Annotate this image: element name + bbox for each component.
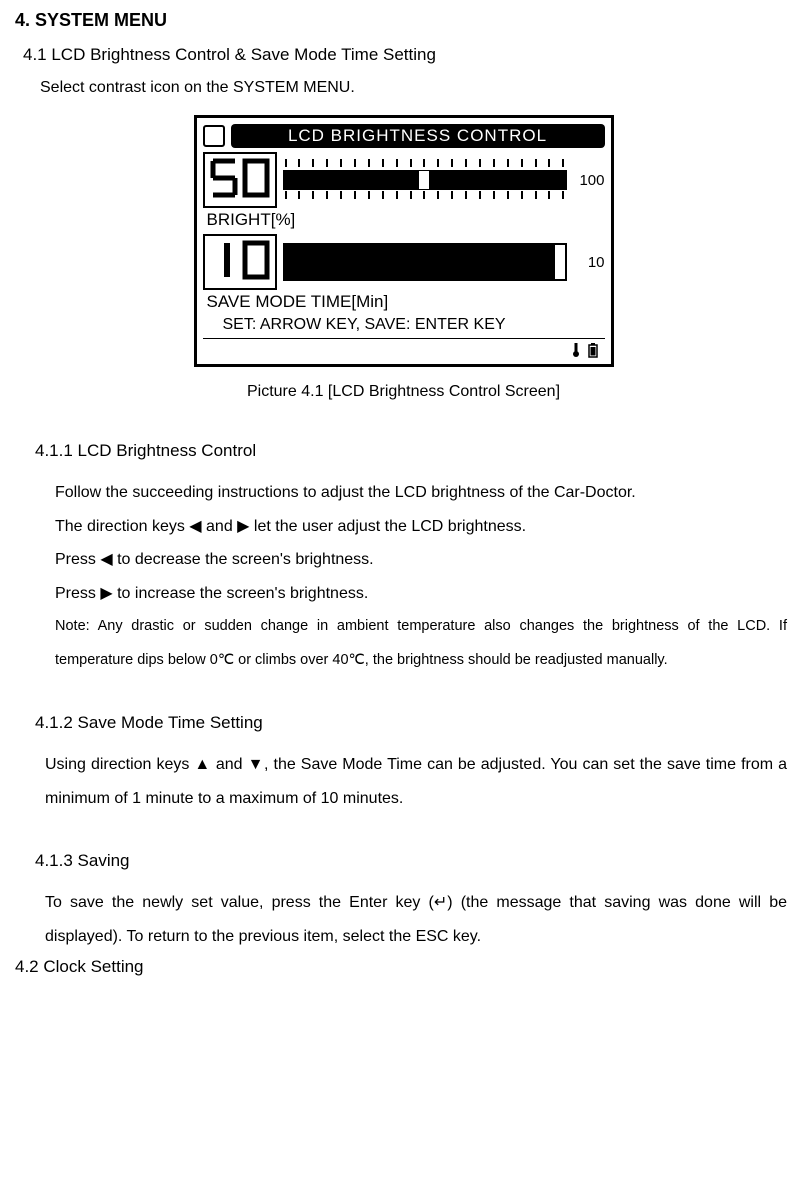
brightness-ticks-top <box>283 159 567 169</box>
subsection-heading: 4.1 LCD Brightness Control & Save Mode T… <box>23 45 792 65</box>
section-411-p1: Follow the succeeding instructions to ad… <box>55 476 787 510</box>
section-42-heading: 4.2 Clock Setting <box>15 957 792 977</box>
digit-50-icon <box>209 157 271 203</box>
battery-icon <box>587 342 599 358</box>
lcd-screen-mock: LCD BRIGHTNESS CONTROL <box>194 115 614 367</box>
brightness-row: 100 <box>203 152 605 208</box>
temperature-icon <box>569 342 583 358</box>
save-slider-knob[interactable] <box>555 245 565 279</box>
brightness-value-box <box>203 152 277 208</box>
section-412-p1: Using direction keys ▲ and ▼, the Save M… <box>45 748 787 815</box>
lcd-footer-text: SET: ARROW KEY, SAVE: ENTER KEY <box>203 316 605 334</box>
section-413-p1: To save the newly set value, press the E… <box>45 886 787 953</box>
save-max-label: 10 <box>571 254 605 271</box>
section-411-p2: The direction keys ◀ and ▶ let the user … <box>55 510 787 544</box>
brightness-slider-knob[interactable] <box>419 171 429 189</box>
save-mode-label: SAVE MODE TIME[Min] <box>203 292 605 312</box>
brightness-slider-track[interactable] <box>283 170 567 190</box>
figure-caption: Picture 4.1 [LCD Brightness Control Scre… <box>247 383 560 401</box>
figure-lcd-screen: LCD BRIGHTNESS CONTROL <box>15 115 792 401</box>
save-value-box <box>203 234 277 290</box>
section-411-heading: 4.1.1 LCD Brightness Control <box>35 441 792 461</box>
save-mode-row: 10 <box>203 234 605 290</box>
section-411-note: Note: Any drastic or sudden change in am… <box>55 610 787 677</box>
brightness-bar-col <box>283 159 567 201</box>
section-413-heading: 4.1.3 Saving <box>35 851 792 871</box>
section-411-p4: Press ▶ to increase the screen's brightn… <box>55 577 787 611</box>
brightness-max-label: 100 <box>571 172 605 189</box>
digit-10-icon <box>209 239 271 285</box>
lcd-title-bar: LCD BRIGHTNESS CONTROL <box>203 124 605 148</box>
title-square-icon <box>203 125 225 147</box>
save-slider-track[interactable] <box>283 243 567 281</box>
save-bar-col <box>283 242 567 282</box>
lcd-title: LCD BRIGHTNESS CONTROL <box>231 124 605 148</box>
status-bar <box>203 338 605 358</box>
brightness-label: BRIGHT[%] <box>203 210 605 230</box>
section-heading: 4. SYSTEM MENU <box>15 10 792 31</box>
brightness-ticks-bottom <box>283 191 567 201</box>
section-411-p3: Press ◀ to decrease the screen's brightn… <box>55 543 787 577</box>
section-412-heading: 4.1.2 Save Mode Time Setting <box>35 713 792 733</box>
intro-text: Select contrast icon on the SYSTEM MENU. <box>40 79 792 97</box>
